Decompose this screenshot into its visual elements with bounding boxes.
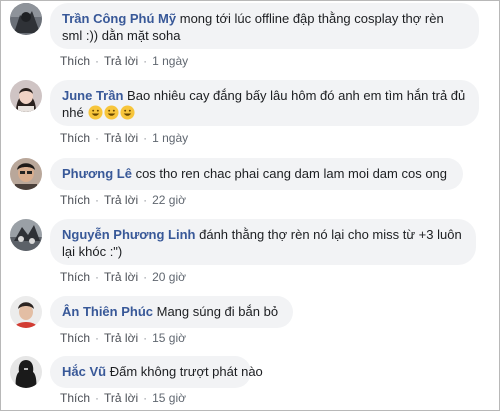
- separator: ·: [143, 131, 148, 145]
- comment-text: Mang súng đi bắn bỏ: [156, 304, 279, 319]
- comment-actions: Thích · Trả lời · 20 giờ: [60, 270, 186, 284]
- comment-bubble: Ân Thiên Phúc Mang súng đi bắn bỏ: [50, 296, 293, 328]
- reply-link[interactable]: Trả lời: [104, 270, 138, 284]
- comment-author[interactable]: Trần Công Phú Mỹ: [62, 11, 176, 26]
- comment-timestamp[interactable]: 1 ngày: [152, 54, 188, 68]
- comment-actions: Thích · Trả lời · 15 giờ: [60, 331, 186, 345]
- reply-link[interactable]: Trả lời: [104, 193, 138, 207]
- avatar[interactable]: [10, 296, 42, 328]
- comment-actions: Thích · Trả lời · 22 giờ: [60, 193, 186, 207]
- reply-link[interactable]: Trả lời: [104, 391, 138, 405]
- avatar[interactable]: [10, 219, 42, 251]
- avatar[interactable]: [10, 356, 42, 388]
- separator: ·: [143, 270, 148, 284]
- avatar[interactable]: [10, 80, 42, 112]
- reply-link[interactable]: Trả lời: [104, 131, 138, 145]
- comment-author[interactable]: Ân Thiên Phúc: [62, 304, 153, 319]
- separator: ·: [95, 391, 100, 405]
- comment-bubble: Trần Công Phú Mỹ mong tới lúc offline đậ…: [50, 3, 479, 49]
- comment-bubble: June Trần Bao nhiêu cay đắng bấy lâu hôm…: [50, 80, 479, 126]
- separator: ·: [143, 193, 148, 207]
- grinning-face-emoji: [104, 105, 119, 120]
- like-link[interactable]: Thích: [60, 193, 90, 207]
- comment-text: Đấm không trượt phát nào: [109, 364, 263, 379]
- comment-timestamp[interactable]: 1 ngày: [152, 131, 188, 145]
- comment-actions: Thích · Trả lời · 1 ngày: [60, 131, 188, 145]
- comment-timestamp[interactable]: 15 giờ: [152, 331, 186, 345]
- separator: ·: [95, 193, 100, 207]
- comment-timestamp[interactable]: 15 giờ: [152, 391, 186, 405]
- comment-actions: Thích · Trả lời · 15 giờ: [60, 391, 186, 405]
- separator: ·: [95, 331, 100, 345]
- separator: ·: [143, 54, 148, 68]
- separator: ·: [95, 54, 100, 68]
- like-link[interactable]: Thích: [60, 391, 90, 405]
- comment-text: cos tho ren chac phai cang dam lam moi d…: [135, 166, 448, 181]
- like-link[interactable]: Thích: [60, 54, 90, 68]
- comment-bubble: Hắc Vũ Đấm không trượt phát nào: [50, 356, 263, 388]
- grinning-face-emoji: [120, 105, 135, 120]
- comment-timestamp[interactable]: 22 giờ: [152, 193, 186, 207]
- avatar[interactable]: [10, 3, 42, 35]
- comment-bubble: Phương Lê cos tho ren chac phai cang dam…: [50, 158, 463, 190]
- avatar[interactable]: [10, 158, 42, 190]
- comment-timestamp[interactable]: 20 giờ: [152, 270, 186, 284]
- like-link[interactable]: Thích: [60, 131, 90, 145]
- reply-link[interactable]: Trả lời: [104, 54, 138, 68]
- comment-actions: Thích · Trả lời · 1 ngày: [60, 54, 188, 68]
- separator: ·: [95, 270, 100, 284]
- comment-author[interactable]: Phương Lê: [62, 166, 132, 181]
- comment-author[interactable]: Hắc Vũ: [62, 364, 106, 379]
- comment-bubble: Nguyễn Phương Linh đánh thằng thợ rèn nó…: [50, 219, 476, 265]
- comment-author[interactable]: June Trần: [62, 88, 123, 103]
- like-link[interactable]: Thích: [60, 270, 90, 284]
- like-link[interactable]: Thích: [60, 331, 90, 345]
- separator: ·: [95, 131, 100, 145]
- grinning-face-emoji: [88, 105, 103, 120]
- separator: ·: [143, 391, 148, 405]
- separator: ·: [143, 331, 148, 345]
- comment-author[interactable]: Nguyễn Phương Linh: [62, 227, 195, 242]
- reply-link[interactable]: Trả lời: [104, 331, 138, 345]
